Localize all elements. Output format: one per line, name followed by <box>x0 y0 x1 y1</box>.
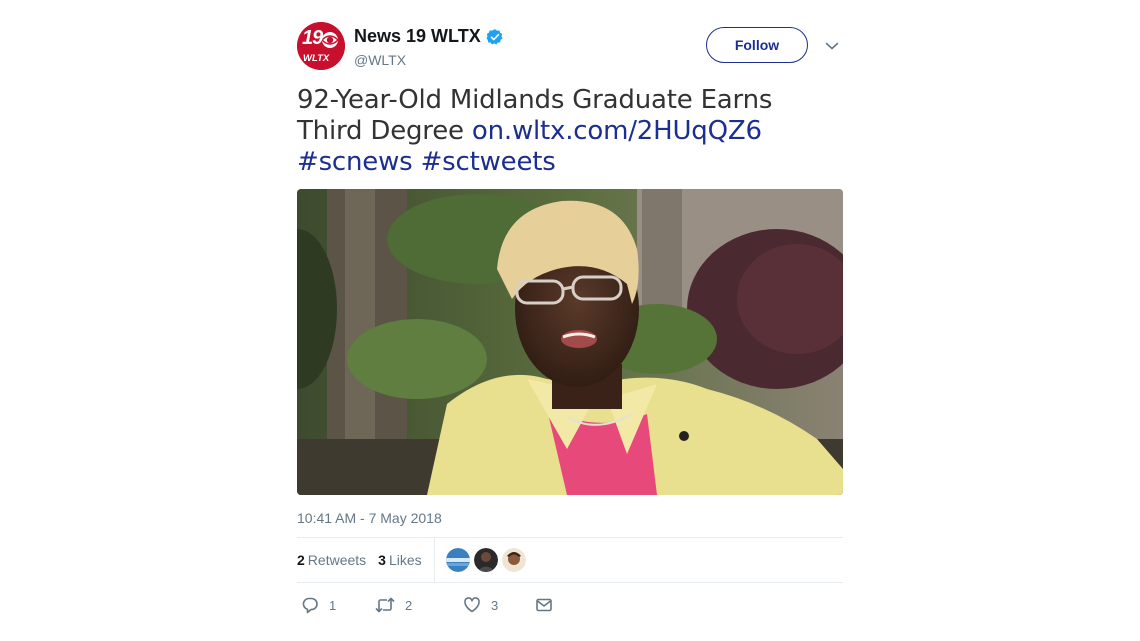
like-count: 3 <box>491 597 499 613</box>
tweet-card: 19 WLTX News 19 WLTX @WLTX Follow 92-Yea… <box>297 20 843 618</box>
logo-callsign: WLTX <box>303 53 330 64</box>
tweet-actions: 1 2 3 <box>297 592 843 618</box>
like-icon <box>464 597 480 613</box>
retweet-count: 2 <box>405 597 413 613</box>
tweet-stats: 2 Retweets 3 Likes <box>297 537 843 583</box>
liker-avatar[interactable] <box>445 548 470 572</box>
retweets-label: Retweets <box>307 552 367 568</box>
tweet-text: 92-Year-Old Midlands Graduate Earns Thir… <box>297 85 843 178</box>
reply-count: 1 <box>329 597 337 613</box>
tweet-photo[interactable] <box>297 189 843 495</box>
likers-avatars <box>445 548 526 572</box>
likes-count: 3 <box>378 552 386 568</box>
display-name[interactable]: News 19 WLTX <box>354 26 504 47</box>
like-button[interactable]: 3 <box>463 596 535 614</box>
hashtag-scnews[interactable]: #scnews <box>297 147 413 177</box>
tweet-timestamp[interactable]: 10:41 AM - 7 May 2018 <box>297 510 843 526</box>
tweet-link[interactable]: on.wltx.com/2HUqQZ6 <box>472 116 762 146</box>
chevron-down-icon[interactable] <box>825 41 839 51</box>
display-name-text: News 19 WLTX <box>354 26 481 46</box>
logo-number: 19 <box>302 27 323 49</box>
reply-button[interactable]: 1 <box>301 596 375 614</box>
likes-label: Likes <box>388 552 422 568</box>
account-names: News 19 WLTX @WLTX <box>354 26 504 68</box>
retweet-button[interactable]: 2 <box>375 596 463 614</box>
photo-woman-outdoors <box>297 189 843 495</box>
hashtag-sctweets[interactable]: #sctweets <box>421 147 556 177</box>
retweets-stat[interactable]: 2 Retweets <box>297 552 366 568</box>
account-avatar[interactable]: 19 WLTX <box>297 22 345 70</box>
likes-stat[interactable]: 3 Likes <box>378 552 421 568</box>
direct-message-button[interactable] <box>535 596 563 614</box>
account-handle[interactable]: @WLTX <box>354 52 504 68</box>
retweets-count: 2 <box>297 552 305 568</box>
follow-button[interactable]: Follow <box>706 27 808 63</box>
reply-icon <box>302 597 318 614</box>
tweet-header: 19 WLTX News 19 WLTX @WLTX Follow <box>297 20 843 76</box>
verified-badge-icon <box>486 28 503 44</box>
message-icon <box>536 598 552 612</box>
stats-divider <box>433 537 435 583</box>
retweet-icon <box>375 597 395 613</box>
liker-avatar[interactable] <box>473 548 498 572</box>
liker-avatar[interactable] <box>501 548 526 572</box>
